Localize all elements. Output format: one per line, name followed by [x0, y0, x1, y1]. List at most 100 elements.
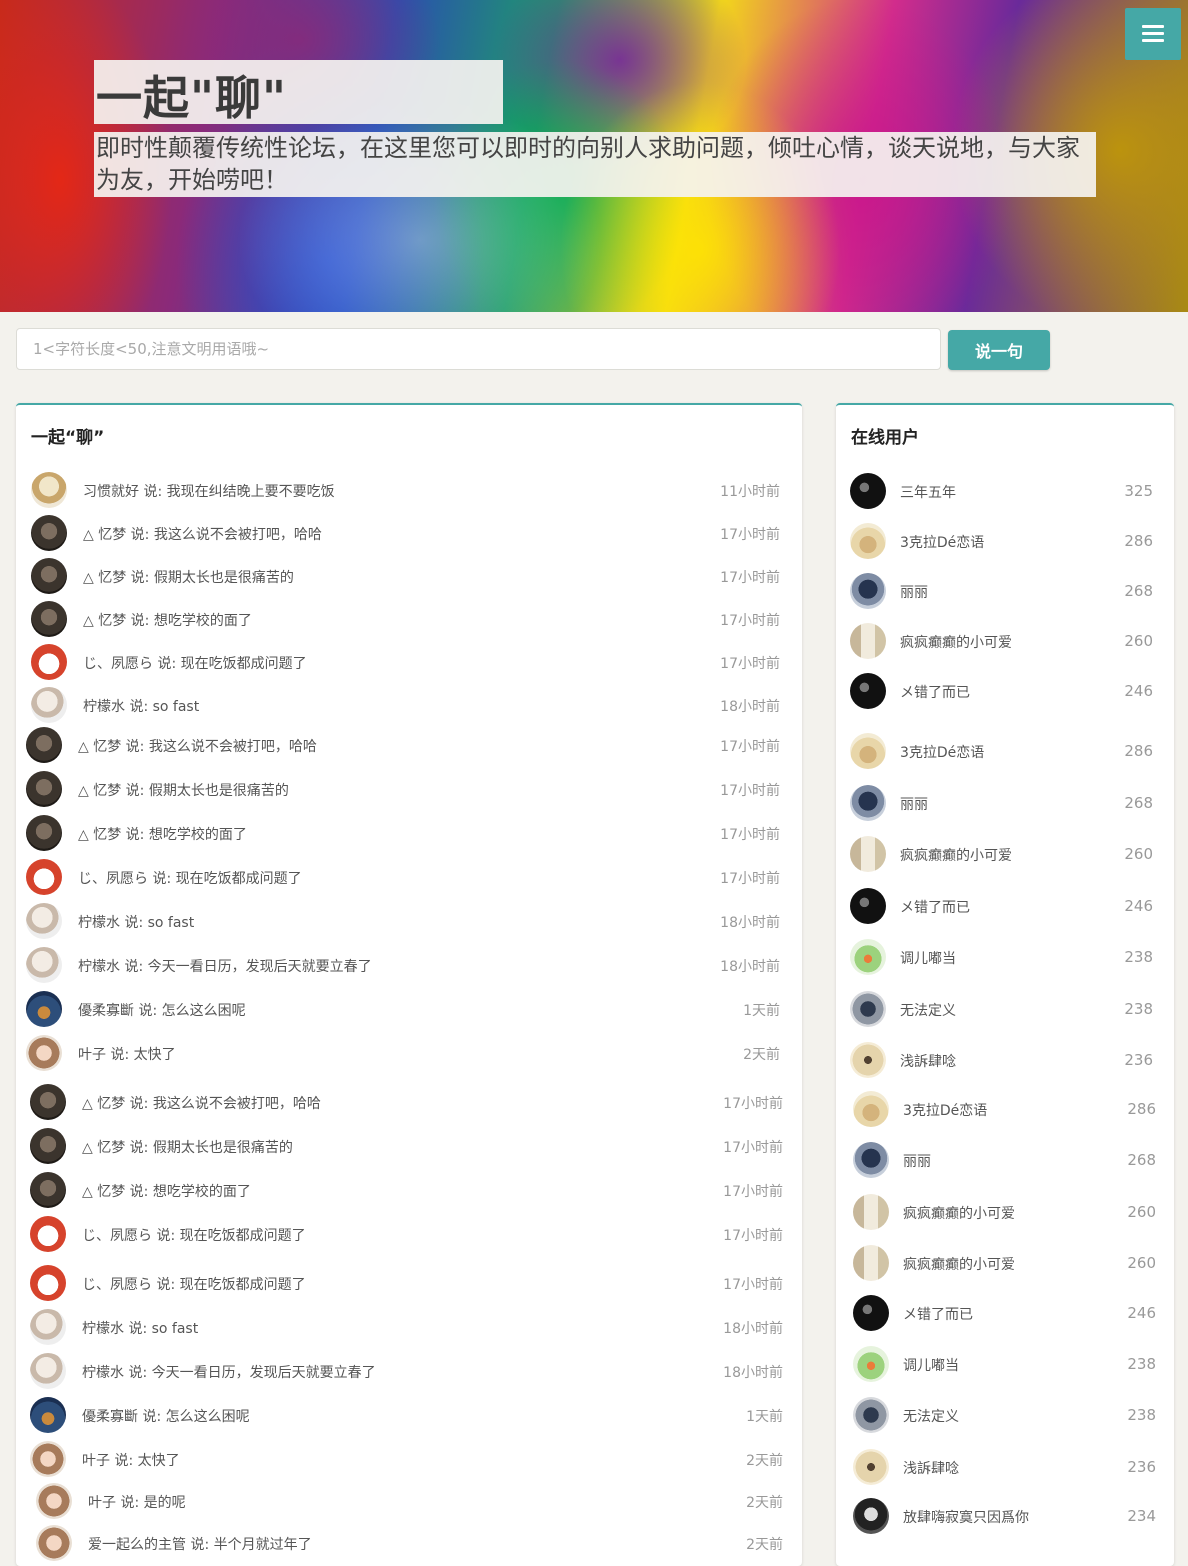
- avatar[interactable]: [36, 1525, 72, 1561]
- avatar[interactable]: [30, 1353, 66, 1389]
- avatar[interactable]: [26, 947, 62, 983]
- online-user-row[interactable]: 丽丽 268: [850, 571, 1153, 611]
- avatar[interactable]: [31, 601, 67, 637]
- avatar[interactable]: [853, 1346, 889, 1382]
- online-user-row[interactable]: 疯疯癫癫的小可爱 260: [850, 621, 1153, 661]
- message-row[interactable]: 叶子 说: 太快了 2天前: [26, 1033, 780, 1073]
- avatar[interactable]: [850, 573, 886, 609]
- message-row[interactable]: 優柔寡斷 说: 怎么这么困呢 1天前: [30, 1395, 783, 1435]
- message-row[interactable]: △ 忆梦 说: 想吃学校的面了 17小时前: [31, 599, 780, 639]
- avatar[interactable]: [26, 1035, 62, 1071]
- message-row[interactable]: じ、夙愿ら 说: 现在吃饭都成问题了 17小时前: [30, 1263, 783, 1303]
- avatar[interactable]: [30, 1441, 66, 1477]
- avatar[interactable]: [31, 558, 67, 594]
- online-user-row[interactable]: 3克拉Dé恋语 286: [850, 731, 1153, 771]
- message-row[interactable]: 柠檬水 说: so fast 18小时前: [26, 901, 780, 941]
- message-row[interactable]: 柠檬水 说: 今天一看日历，发现后天就要立春了 18小时前: [30, 1351, 783, 1391]
- message-time: 17小时前: [723, 1140, 783, 1156]
- message-row[interactable]: △ 忆梦 说: 假期太长也是很痛苦的 17小时前: [26, 769, 780, 809]
- message-row[interactable]: △ 忆梦 说: 我这么说不会被打吧，哈哈 17小时前: [31, 513, 780, 553]
- avatar[interactable]: [850, 733, 886, 769]
- avatar[interactable]: [30, 1397, 66, 1433]
- avatar[interactable]: [853, 1449, 889, 1485]
- message-row[interactable]: △ 忆梦 说: 想吃学校的面了 17小时前: [30, 1170, 783, 1210]
- online-user-row[interactable]: メ错了而已 246: [850, 671, 1153, 711]
- online-user-row[interactable]: 三年五年 325: [850, 471, 1153, 511]
- online-user-row[interactable]: 丽丽 268: [853, 1140, 1156, 1180]
- message-row[interactable]: △ 忆梦 说: 假期太长也是很痛苦的 17小时前: [31, 556, 780, 596]
- online-user-row[interactable]: 调儿嘟当 238: [853, 1344, 1156, 1384]
- avatar[interactable]: [31, 687, 67, 723]
- avatar[interactable]: [26, 815, 62, 851]
- avatar[interactable]: [30, 1128, 66, 1164]
- avatar[interactable]: [850, 785, 886, 821]
- avatar[interactable]: [853, 1245, 889, 1281]
- online-user-row[interactable]: 疯疯癫癫的小可爱 260: [853, 1192, 1156, 1232]
- message-time: 11小时前: [720, 484, 780, 500]
- avatar[interactable]: [31, 472, 67, 508]
- message-row[interactable]: 爱一起么的主管 说: 半个月就过年了 2天前: [36, 1523, 783, 1563]
- avatar[interactable]: [26, 903, 62, 939]
- avatar[interactable]: [26, 727, 62, 763]
- avatar[interactable]: [850, 1042, 886, 1078]
- online-user-row[interactable]: 放肆嗨寂寞只因爲你 234: [853, 1496, 1156, 1536]
- online-user-row[interactable]: メ错了而已 246: [850, 886, 1153, 926]
- online-user-row[interactable]: 调儿嘟当 238: [850, 937, 1153, 977]
- message-row[interactable]: 叶子 说: 是的呢 2天前: [36, 1481, 783, 1521]
- avatar[interactable]: [853, 1091, 889, 1127]
- avatar[interactable]: [850, 523, 886, 559]
- send-button[interactable]: 说一句: [948, 330, 1050, 370]
- avatar[interactable]: [850, 473, 886, 509]
- avatar[interactable]: [853, 1397, 889, 1433]
- avatar[interactable]: [850, 673, 886, 709]
- avatar[interactable]: [30, 1084, 66, 1120]
- message-row[interactable]: 柠檬水 说: 今天一看日历，发现后天就要立春了 18小时前: [26, 945, 780, 985]
- message-row[interactable]: 习惯就好 说: 我现在纠结晚上要不要吃饭 11小时前: [31, 470, 780, 510]
- avatar[interactable]: [36, 1483, 72, 1519]
- avatar[interactable]: [850, 991, 886, 1027]
- message-row[interactable]: △ 忆梦 说: 我这么说不会被打吧，哈哈 17小时前: [26, 725, 780, 765]
- online-user-row[interactable]: 疯疯癫癫的小可爱 260: [853, 1243, 1156, 1283]
- avatar[interactable]: [850, 888, 886, 924]
- online-user-row[interactable]: 浅訴肆唸 236: [850, 1040, 1153, 1080]
- online-user-row[interactable]: 疯疯癫癫的小可爱 260: [850, 834, 1153, 874]
- avatar[interactable]: [853, 1498, 889, 1534]
- avatar[interactable]: [31, 515, 67, 551]
- message-row[interactable]: △ 忆梦 说: 想吃学校的面了 17小时前: [26, 813, 780, 853]
- avatar[interactable]: [850, 939, 886, 975]
- message-time: 17小时前: [720, 783, 780, 799]
- avatar[interactable]: [853, 1295, 889, 1331]
- avatar[interactable]: [30, 1265, 66, 1301]
- online-user-row[interactable]: 浅訴肆唸 236: [853, 1447, 1156, 1487]
- message-input[interactable]: [16, 328, 941, 370]
- avatar[interactable]: [26, 991, 62, 1027]
- avatar[interactable]: [853, 1194, 889, 1230]
- message-row[interactable]: じ、夙愿ら 说: 现在吃饭都成问题了 17小时前: [26, 857, 780, 897]
- online-user-row[interactable]: 3克拉Dé恋语 286: [850, 521, 1153, 561]
- message-row[interactable]: 優柔寡斷 说: 怎么这么困呢 1天前: [26, 989, 780, 1029]
- message-row[interactable]: 叶子 说: 太快了 2天前: [30, 1439, 783, 1479]
- message-row[interactable]: 柠檬水 说: so fast 18小时前: [31, 685, 780, 725]
- avatar[interactable]: [26, 771, 62, 807]
- online-user-row[interactable]: 无法定义 238: [853, 1395, 1156, 1435]
- message-row[interactable]: 柠檬水 说: so fast 18小时前: [30, 1307, 783, 1347]
- online-user-row[interactable]: 无法定义 238: [850, 989, 1153, 1029]
- message-row[interactable]: △ 忆梦 说: 假期太长也是很痛苦的 17小时前: [30, 1126, 783, 1166]
- avatar[interactable]: [30, 1216, 66, 1252]
- avatar[interactable]: [853, 1142, 889, 1178]
- user-name: 疯疯癫癫的小可爱: [903, 1257, 1015, 1273]
- message-row[interactable]: じ、夙愿ら 说: 现在吃饭都成问题了 17小时前: [30, 1214, 783, 1254]
- online-user-row[interactable]: 3克拉Dé恋语 286: [853, 1089, 1156, 1129]
- avatar[interactable]: [31, 644, 67, 680]
- avatar[interactable]: [30, 1172, 66, 1208]
- message-row[interactable]: △ 忆梦 说: 我这么说不会被打吧，哈哈 17小时前: [30, 1082, 783, 1122]
- hamburger-menu-button[interactable]: [1125, 8, 1181, 60]
- avatar[interactable]: [850, 836, 886, 872]
- message-row[interactable]: じ、夙愿ら 说: 现在吃饭都成问题了 17小时前: [31, 642, 780, 682]
- online-user-row[interactable]: 丽丽 268: [850, 783, 1153, 823]
- user-score: 268: [1127, 1151, 1156, 1169]
- avatar[interactable]: [26, 859, 62, 895]
- avatar[interactable]: [30, 1309, 66, 1345]
- online-user-row[interactable]: メ错了而已 246: [853, 1293, 1156, 1333]
- avatar[interactable]: [850, 623, 886, 659]
